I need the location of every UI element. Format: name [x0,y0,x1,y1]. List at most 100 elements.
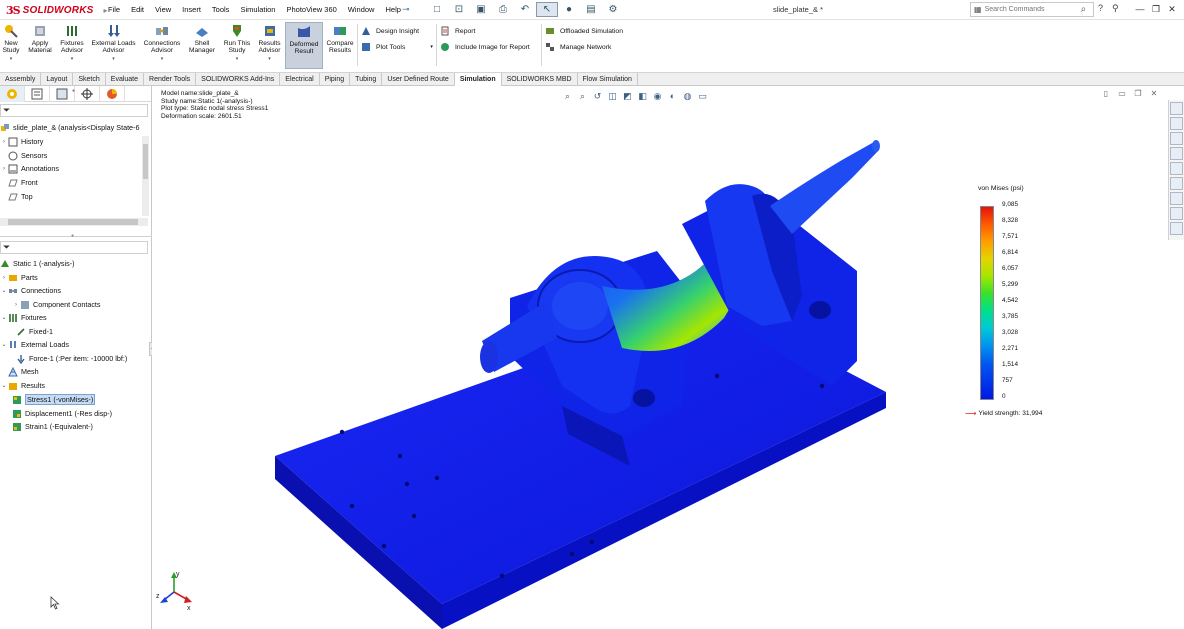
section-view-icon[interactable]: ◫ [605,90,620,102]
connections-advisor-button[interactable]: Connections Advisor ▾ [141,22,183,69]
splitter-handle-icon[interactable]: ● [71,233,74,239]
tree-study[interactable]: Static 1 (-analysis-) [0,257,75,270]
deformed-result-button[interactable]: Deformed Result [285,22,323,69]
fixtures-advisor-button[interactable]: Fixtures Advisor ▾ [58,22,86,69]
offloaded-simulation-button[interactable]: Offloaded Simulation [545,25,623,37]
graphics-area[interactable]: Model name:slide_plate_& Study name:Stat… [152,86,1168,629]
simulation-tools-icon[interactable] [1170,207,1183,220]
tree-force-1[interactable]: Force-1 (:Per item: -10000 lbf:) [16,352,127,365]
tree-root[interactable]: slide_plate_& (analysis<Display State-6 [0,121,139,134]
tree-item-history[interactable]: › History [0,135,43,148]
collapse-icon[interactable]: ⌄ [0,314,8,321]
view-settings-icon[interactable]: ▭ [695,90,710,102]
display-style-icon[interactable]: ◧ [635,90,650,102]
tree-results[interactable]: ⌄ Results [0,379,44,392]
plot-tools-dropdown-icon[interactable]: ▾ [430,44,433,50]
feature-filter[interactable]: ⏷ [0,104,148,117]
minimize-icon[interactable]: — [1132,2,1148,16]
include-image-button[interactable]: Include Image for Report [440,41,530,53]
tab-flow-simulation[interactable]: Flow Simulation [578,73,638,86]
collapse-icon[interactable]: ⌄ [0,287,8,294]
tree-mesh[interactable]: Mesh [8,365,39,378]
feature-tree-horizontal-scrollbar[interactable] [0,218,148,226]
tree-item-top-plane[interactable]: Top [8,190,33,203]
edit-appearance-icon[interactable]: ◐ [665,90,680,102]
tab-piping[interactable]: Piping [320,73,351,86]
viewport-tile-icon[interactable]: ▯ [1098,89,1114,98]
viewport-restore-icon[interactable]: ❐ [1130,89,1146,98]
forum-icon[interactable] [1170,192,1183,205]
zoom-area-icon[interactable]: ⌕ [575,90,590,102]
reference-triad[interactable]: z x y [154,570,194,610]
search-input[interactable] [984,6,1079,13]
new-study-button[interactable]: New Study ▾ [1,22,21,69]
tab-assembly[interactable]: Assembly [0,73,42,86]
simulation-filter[interactable]: ⏷ [0,241,148,254]
stress-plot-model[interactable] [152,86,1168,629]
dimxpert-manager-tab[interactable] [75,86,100,102]
tree-fixtures[interactable]: ⌄ Fixtures [0,311,46,324]
scene-icon[interactable]: ◍ [680,90,695,102]
expand-icon[interactable]: › [0,275,8,281]
tab-electrical[interactable]: Electrical [280,73,320,86]
custom-properties-icon[interactable] [1170,177,1183,190]
tab-user-defined-route[interactable]: User Defined Route [382,73,455,86]
feature-manager-tab[interactable] [0,86,25,102]
collapse-handle-icon[interactable]: ● [72,88,75,94]
tab-sketch[interactable]: Sketch [73,73,106,86]
user-icon[interactable]: ⚲ [1112,3,1119,14]
plot-tools-button[interactable]: Plot Tools ▾ [361,41,433,53]
hide-show-icon[interactable]: ◉ [650,90,665,102]
view-orientation-icon[interactable]: ◩ [620,90,635,102]
collapse-icon[interactable]: ⌄ [0,382,8,389]
design-library-icon[interactable] [1170,117,1183,130]
tree-parts[interactable]: › Parts [0,271,38,284]
expand-icon[interactable]: › [12,302,20,308]
tree-stress1[interactable]: Stress1 (-vonMises-) [12,393,96,406]
close-icon[interactable]: ✕ [1164,2,1180,16]
expand-icon[interactable]: › [0,139,8,145]
tree-item-annotations[interactable]: › Annotations [0,162,59,175]
file-explorer-icon[interactable] [1170,132,1183,145]
tree-strain1[interactable]: Strain1 (-Equivalent-) [12,420,93,433]
tree-displacement1[interactable]: Displacement1 (-Res disp-) [12,407,112,420]
tab-layout[interactable]: Layout [41,73,74,86]
feature-tree-vertical-scrollbar[interactable] [142,136,149,216]
search-commands[interactable]: ▦ ⌕ [970,2,1094,17]
restore-icon[interactable]: ❐ [1148,2,1164,16]
external-loads-advisor-button[interactable]: External Loads Advisor ▾ [90,22,137,69]
results-advisor-button[interactable]: Results Advisor ▾ [256,22,283,69]
compare-results-button[interactable]: Compare Results [325,22,355,69]
manage-network-button[interactable]: Manage Network [545,41,611,53]
tab-tubing[interactable]: Tubing [350,73,383,86]
tab-simulation[interactable]: Simulation [454,73,502,86]
collapse-icon[interactable]: ⌄ [0,341,8,348]
tree-fixed-1[interactable]: Fixed-1 [16,325,53,338]
run-study-button[interactable]: Run This Study ▾ [221,22,253,69]
viewport-minimize-icon[interactable]: ▭ [1114,89,1130,98]
help-icon[interactable]: ? [1098,3,1103,14]
appearances-icon[interactable] [1170,162,1183,175]
apply-material-button[interactable]: Apply Material [25,22,55,69]
tree-item-front-plane[interactable]: Front [8,176,38,189]
tree-item-sensors[interactable]: Sensors [8,149,47,162]
previous-view-icon[interactable]: ↺ [590,90,605,102]
tree-component-contacts[interactable]: › Component Contacts [12,298,101,311]
tree-connections[interactable]: ⌄ Connections [0,284,60,297]
tab-addins[interactable]: SOLIDWORKS Add-Ins [196,73,281,86]
tab-evaluate[interactable]: Evaluate [106,73,145,86]
viewport-close-icon[interactable]: ✕ [1146,89,1162,98]
shell-manager-button[interactable]: Shell Manager [187,22,217,69]
zoom-to-fit-icon[interactable]: ⌕ [560,90,575,102]
tab-render-tools[interactable]: Render Tools [144,73,197,86]
shaft-tapered-end[interactable] [770,142,879,234]
report-button[interactable]: Report [440,25,475,37]
solidworks-resources-icon[interactable] [1170,102,1183,115]
stress-color-bar[interactable] [980,206,994,400]
tab-mbd[interactable]: SOLIDWORKS MBD [502,73,578,86]
search-icon[interactable]: ⌕ [1081,4,1087,15]
design-insight-button[interactable]: Design Insight [361,25,419,37]
view-palette-icon[interactable] [1170,147,1183,160]
property-manager-tab[interactable] [25,86,50,102]
display-manager-tab[interactable] [100,86,125,102]
